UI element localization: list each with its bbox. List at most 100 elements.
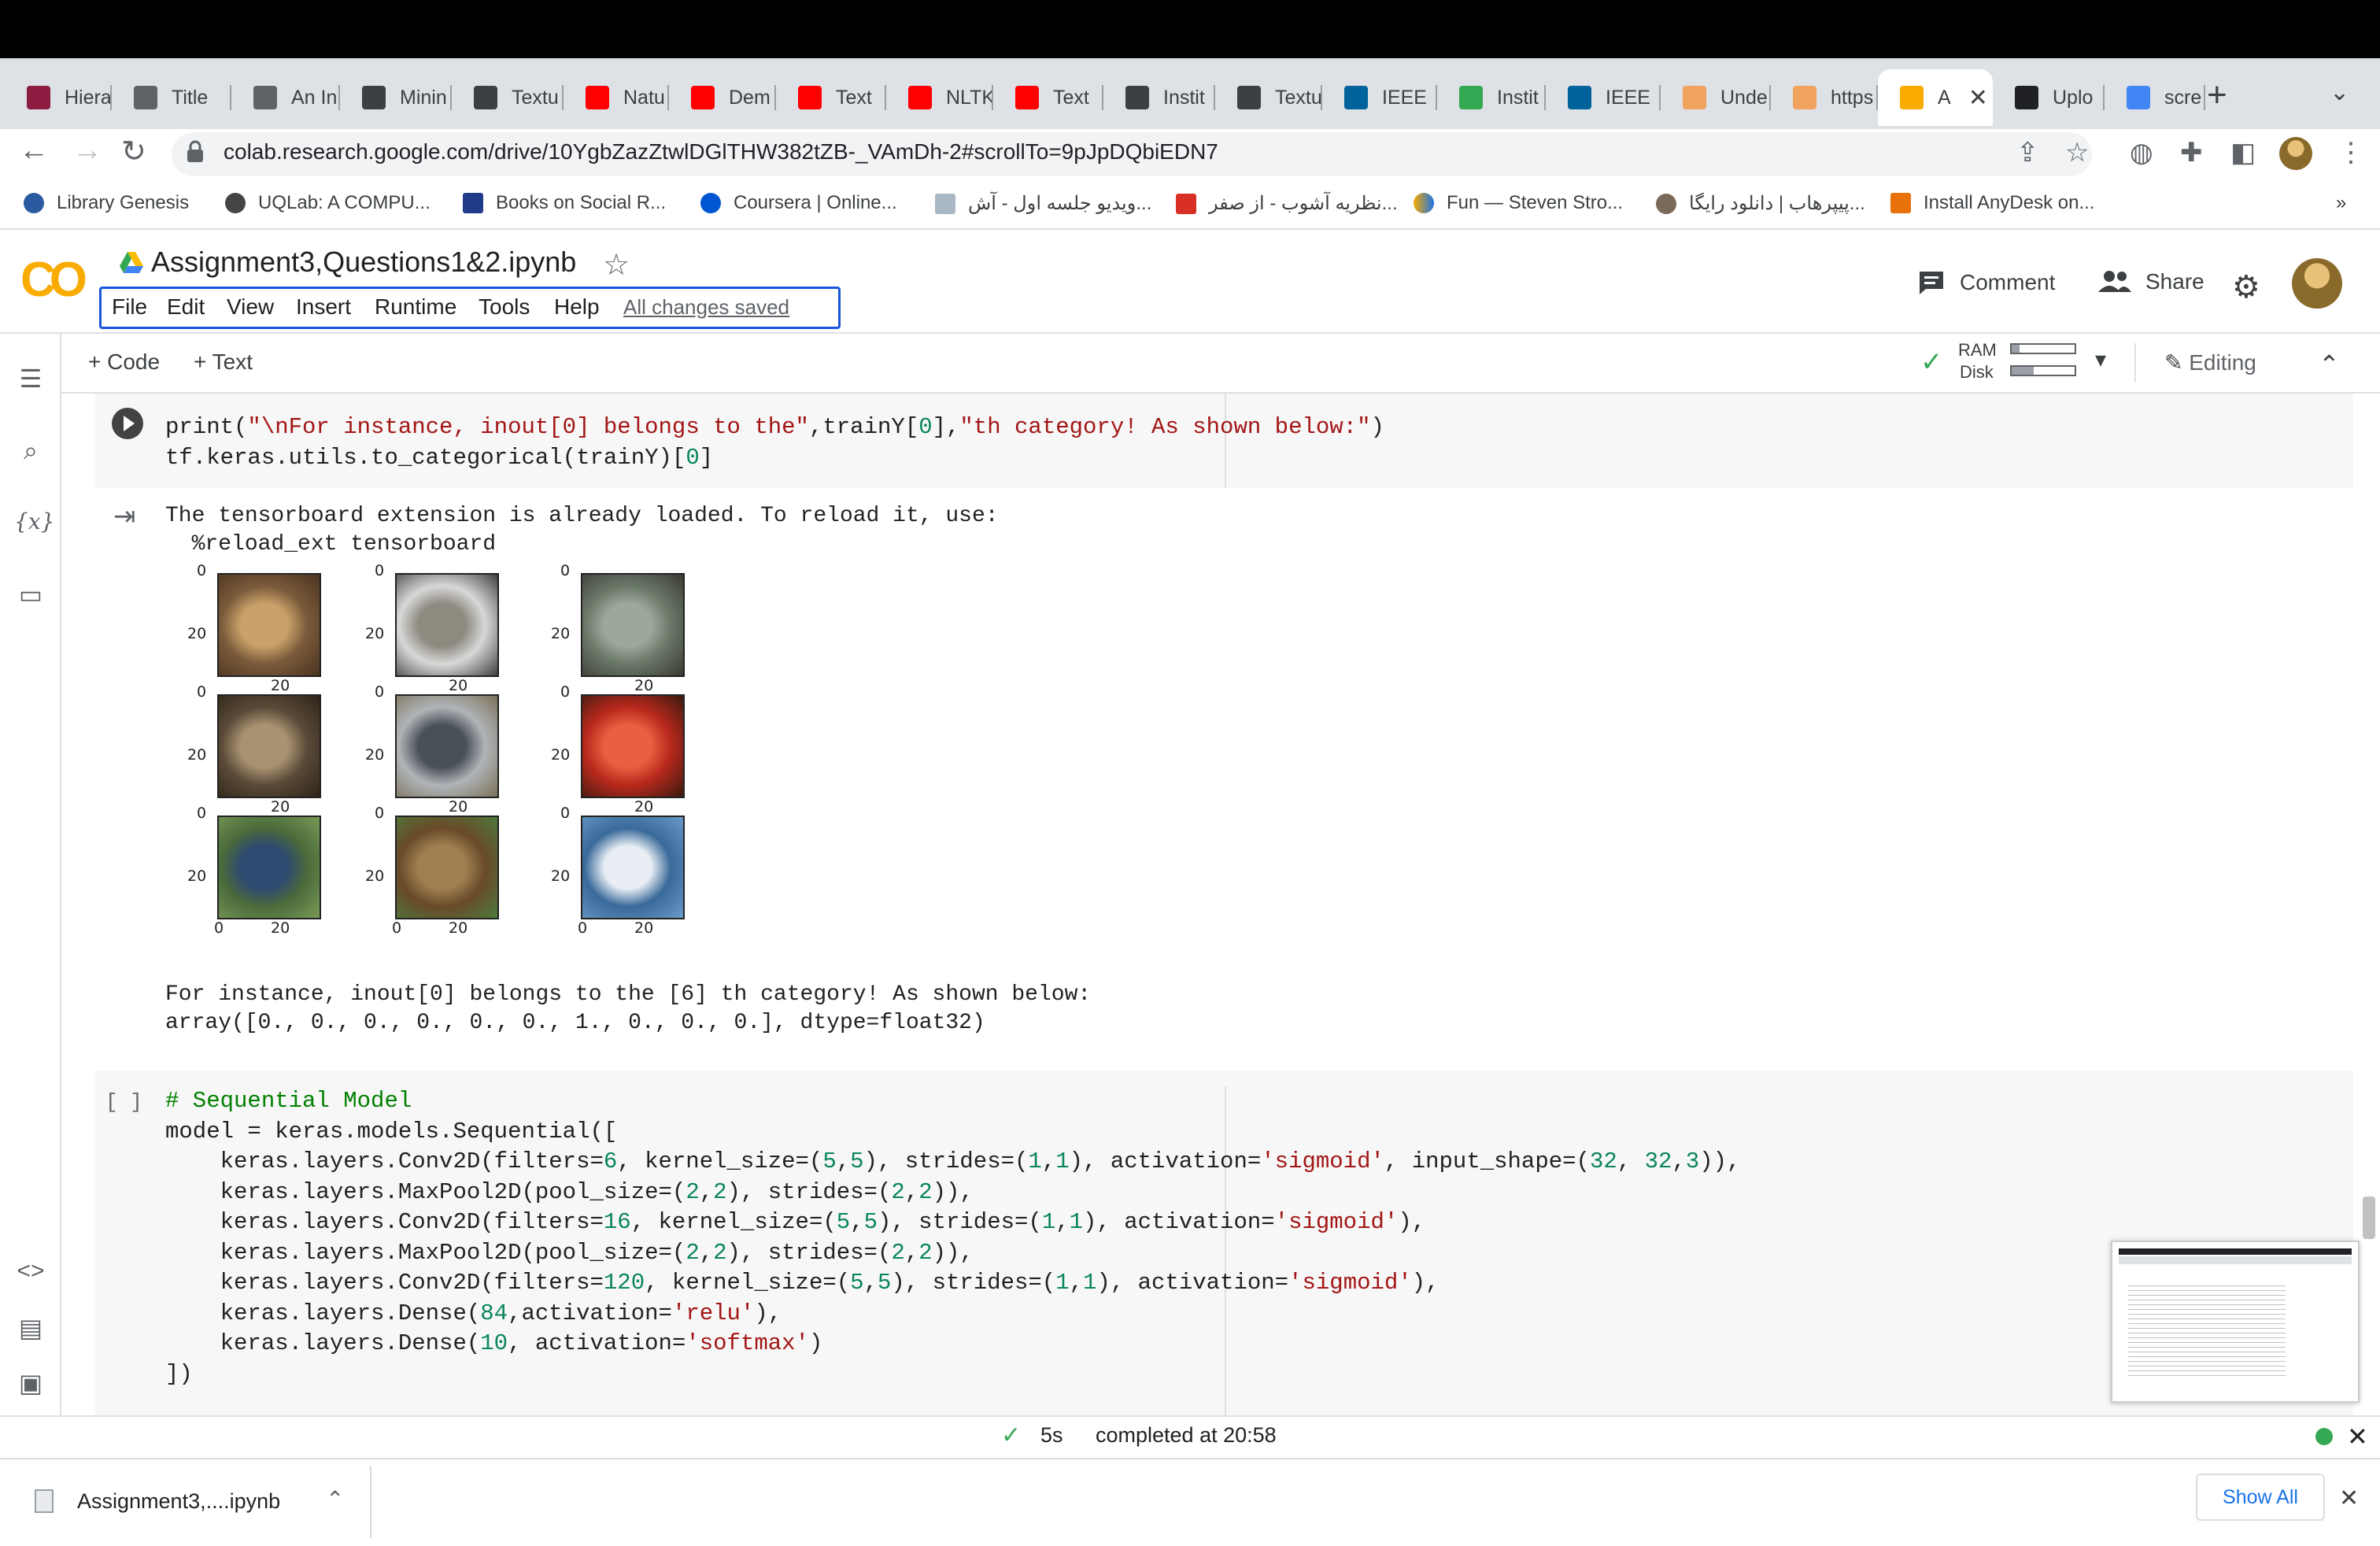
menu-runtime[interactable]: Runtime <box>375 294 456 320</box>
bookmark-item[interactable]: Library Genesis <box>24 192 189 214</box>
browser-tab[interactable]: Instit <box>1103 69 1215 126</box>
code-line[interactable]: print("\nFor instance, inout[0] belongs … <box>165 412 1384 473</box>
settings-gear-icon[interactable]: ⚙ <box>2232 269 2260 305</box>
tab-label: https <box>1831 86 1874 109</box>
menu-help[interactable]: Help <box>554 294 600 320</box>
browser-tab[interactable]: IEEE <box>1546 69 1661 126</box>
menu-tools[interactable]: Tools <box>479 294 530 320</box>
runtime-status-dot[interactable] <box>2315 1428 2333 1445</box>
browser-tab[interactable]: scre <box>2105 69 2205 126</box>
screenshot-thumbnail-preview[interactable] <box>2111 1241 2360 1403</box>
arc-icon <box>474 86 497 109</box>
page-scrollbar-thumb[interactable] <box>2363 1196 2375 1239</box>
user-avatar[interactable] <box>2292 258 2342 309</box>
code-block[interactable]: # Sequential Model model = keras.models.… <box>165 1086 1740 1389</box>
forward-button[interactable]: → <box>72 134 102 168</box>
variables-icon[interactable]: {x} <box>14 509 54 534</box>
close-downloads-bar-icon[interactable]: ✕ <box>2339 1485 2359 1512</box>
bookmark-item[interactable]: ویدیو جلسه اول - آش... <box>935 192 1151 215</box>
table-of-contents-icon[interactable]: ☰ <box>14 364 47 394</box>
image-thumbnail <box>217 816 321 919</box>
star-icon[interactable]: ☆ <box>603 247 630 283</box>
notebook-title[interactable]: Assignment3,Questions1&2.ipynb <box>151 246 576 279</box>
side-panel-icon[interactable]: ◧ <box>2230 137 2256 168</box>
profile-avatar[interactable] <box>2279 137 2312 170</box>
code-snippets-icon[interactable]: <> <box>14 1258 47 1285</box>
browser-tab[interactable]: Title <box>112 69 231 126</box>
url-text[interactable]: colab.research.google.com/drive/10YgbZaz… <box>224 139 1218 165</box>
tab-label: Text <box>836 86 872 109</box>
browser-tab[interactable]: NLTK <box>886 69 993 126</box>
bookmark-item[interactable]: نظریه آشوب - از صفر... <box>1176 192 1398 215</box>
ram-usage-bar[interactable] <box>2010 343 2076 354</box>
share-page-icon[interactable]: ⇪ <box>2016 137 2039 168</box>
bookmark-item[interactable]: Coursera | Online... <box>700 192 897 214</box>
browser-tab[interactable]: Dem <box>669 69 776 126</box>
search-icon[interactable]: ⌕ <box>14 436 47 466</box>
browser-tab[interactable]: A ✕ <box>1878 69 1993 126</box>
runtime-dropdown-icon[interactable]: ▾ <box>2095 346 2106 372</box>
browser-menu-icon[interactable]: ⋮ <box>2338 137 2364 168</box>
cell-execution-bracket[interactable]: [ ] <box>105 1088 142 1116</box>
show-all-downloads-button[interactable]: Show All <box>2196 1474 2325 1521</box>
menu-insert[interactable]: Insert <box>296 294 351 320</box>
share-button[interactable]: Share <box>2098 269 2204 294</box>
download-divider <box>370 1466 371 1538</box>
browser-tab[interactable]: https <box>1771 69 1878 126</box>
browser-tab[interactable]: Textu <box>452 69 564 126</box>
browser-tab[interactable]: Text <box>993 69 1103 126</box>
browser-tab[interactable]: Minin <box>340 69 452 126</box>
add-code-button[interactable]: + Code <box>88 350 160 375</box>
close-status-icon[interactable]: ✕ <box>2347 1422 2368 1452</box>
colab-logo[interactable]: CO <box>20 252 87 308</box>
bookmark-item[interactable]: Fun — Steven Stro... <box>1414 192 1623 214</box>
menu-edit[interactable]: Edit <box>167 294 205 320</box>
browser-tab[interactable]: Text <box>776 69 886 126</box>
browser-tab[interactable]: An In <box>231 69 340 126</box>
browser-tab[interactable]: Hiera <box>5 69 112 126</box>
collapse-header-chevron-icon[interactable]: ⌃ <box>2319 350 2340 379</box>
files-folder-icon[interactable]: ▭ <box>14 579 47 609</box>
tab-search-chevron-icon[interactable]: ⌄ <box>2330 79 2349 106</box>
bookmark-item[interactable]: پیپرهاب | دانلود رایگا... <box>1656 192 1865 215</box>
editing-mode-button[interactable]: ✎ Editing <box>2164 350 2256 375</box>
translate-globe-icon[interactable]: ◍ <box>2130 137 2153 168</box>
x-tick-label: 20 <box>634 798 654 816</box>
browser-tab[interactable]: Uplo <box>1993 69 2105 126</box>
back-button[interactable]: ← <box>19 134 49 168</box>
new-tab-button[interactable]: + <box>2207 76 2227 115</box>
bookmarks-overflow[interactable]: » <box>2336 192 2346 214</box>
bookmark-star-icon[interactable]: ☆ <box>2065 137 2089 168</box>
bookmark-item[interactable]: Install AnyDesk on... <box>1890 192 2094 214</box>
browser-tab[interactable]: IEEE <box>1322 69 1437 126</box>
browser-tab[interactable]: Unde <box>1661 69 1771 126</box>
menu-file[interactable]: File <box>112 294 147 320</box>
x-tick-label: 20 <box>271 919 290 937</box>
extensions-puzzle-icon[interactable]: ✚ <box>2180 137 2203 168</box>
menu-view[interactable]: View <box>227 294 274 320</box>
comment-button[interactable]: Comment <box>1917 269 2055 296</box>
download-options-chevron-icon[interactable]: ⌃ <box>326 1486 344 1512</box>
save-status[interactable]: All changes saved <box>623 295 789 320</box>
google-drive-icon[interactable] <box>120 252 143 274</box>
connected-check-icon[interactable]: ✓ <box>1920 346 1943 378</box>
tab-label: Title <box>172 86 209 109</box>
reload-button[interactable]: ↻ <box>121 134 146 169</box>
lock-icon[interactable] <box>186 140 205 164</box>
terminal-icon[interactable]: ▣ <box>14 1368 47 1398</box>
command-palette-icon[interactable]: ▤ <box>14 1313 47 1343</box>
close-tab-icon[interactable]: ✕ <box>1968 84 1988 112</box>
output-icon[interactable]: ⇥ <box>113 501 136 532</box>
bookmark-item[interactable]: UQLab: A COMPU... <box>225 192 431 214</box>
add-text-button[interactable]: + Text <box>194 350 253 375</box>
book-icon <box>935 193 955 214</box>
run-cell-button[interactable] <box>112 408 143 439</box>
download-filename[interactable]: Assignment3,....ipynb <box>77 1489 280 1514</box>
x-tick-label: 20 <box>271 798 290 816</box>
tab-label: A <box>1938 86 1951 109</box>
browser-tab[interactable]: Natu <box>564 69 669 126</box>
bookmark-item[interactable]: Books on Social R... <box>463 192 666 214</box>
browser-tab[interactable]: Textu <box>1215 69 1322 126</box>
disk-usage-bar[interactable] <box>2010 365 2076 376</box>
browser-tab[interactable]: Instit <box>1437 69 1546 126</box>
